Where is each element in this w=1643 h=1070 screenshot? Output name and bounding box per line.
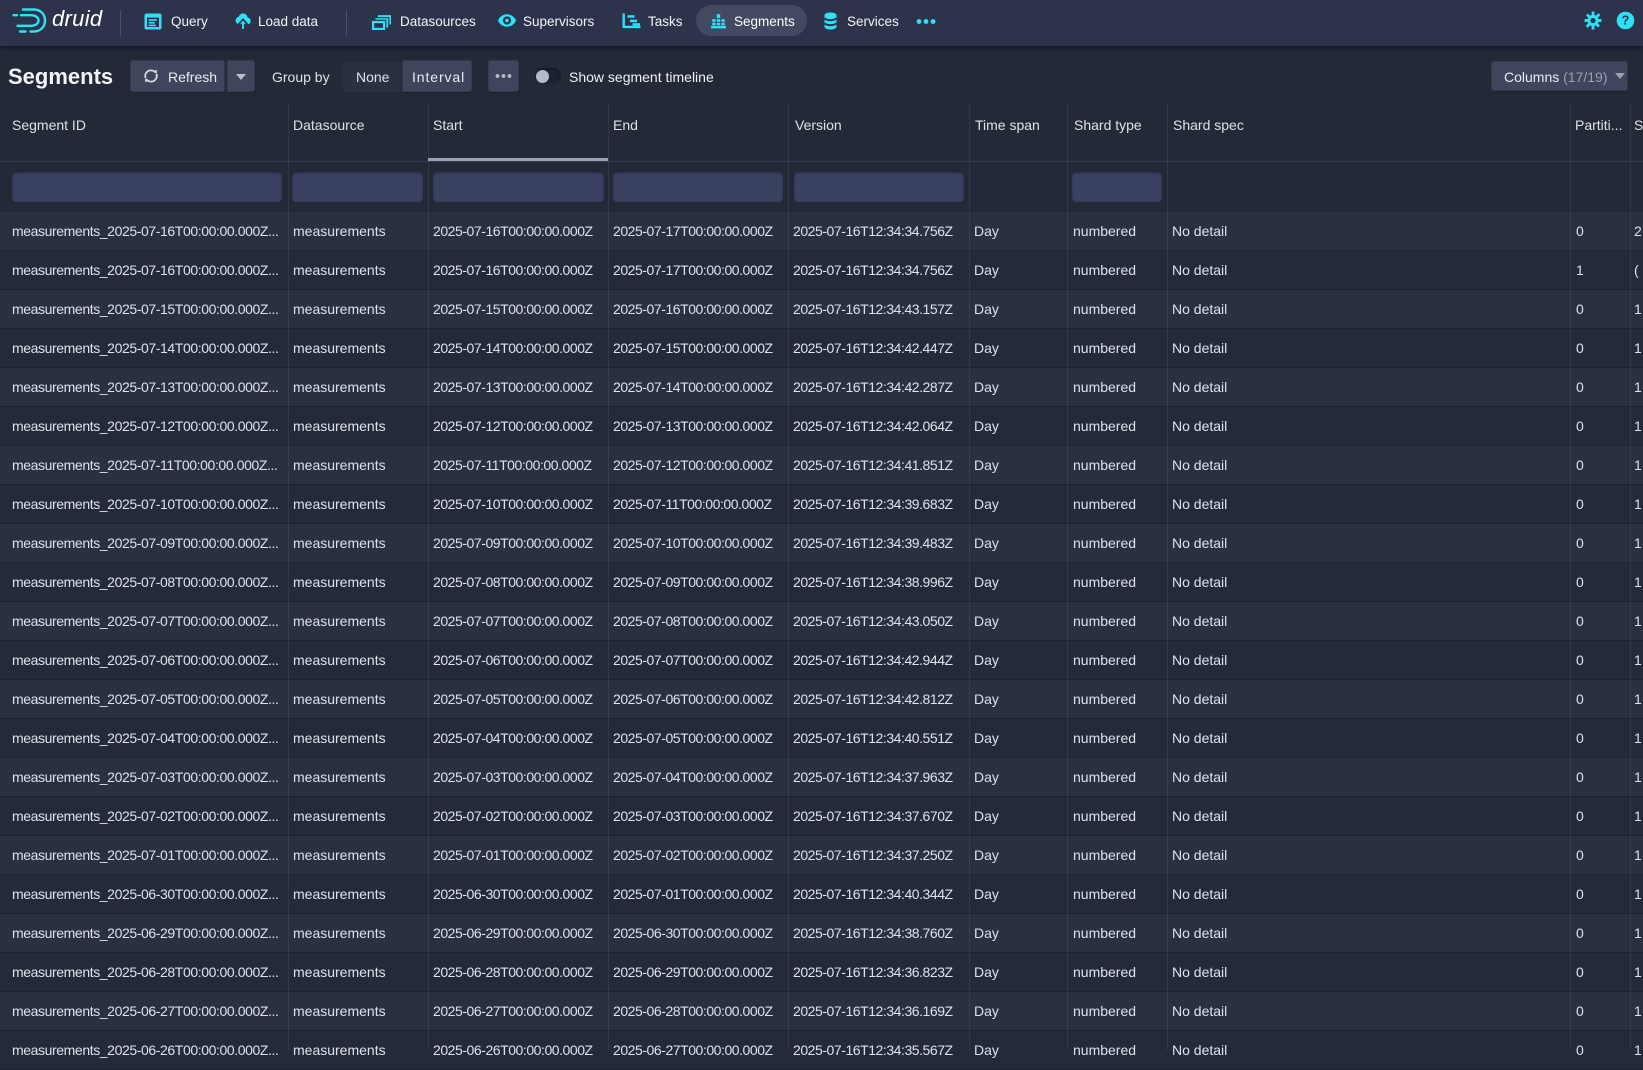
- svg-text:?: ?: [1622, 14, 1630, 28]
